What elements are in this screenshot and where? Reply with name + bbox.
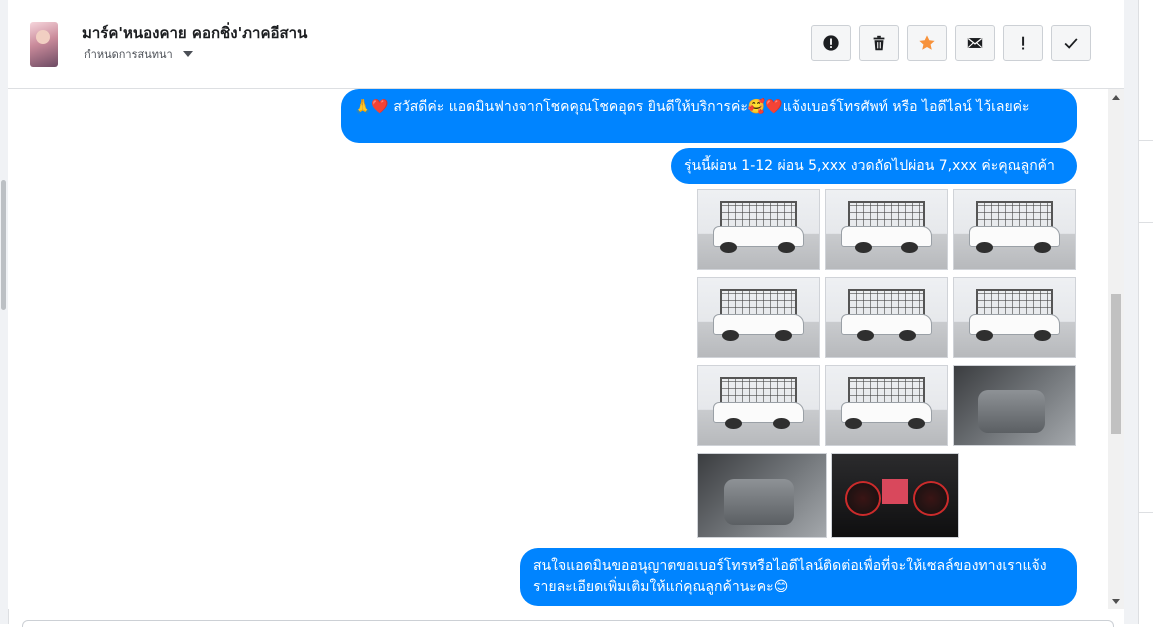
photo-truck-rear[interactable] xyxy=(825,277,948,358)
message-bubble[interactable]: รุ่นนี้ผ่อน 1-12 ผ่อน 5,xxx งวดถัดไปผ่อน… xyxy=(671,148,1077,184)
done-button[interactable] xyxy=(1051,25,1091,61)
message-text: 🙏❤️ สวัสดีค่ะ แอดมินฟางจากโชคคุณโชคอุดร … xyxy=(354,99,1030,115)
conversation-status-label: กำหนดการสนทนา xyxy=(84,48,173,61)
left-scrollbar-thumb[interactable] xyxy=(1,180,6,310)
contact-name[interactable]: มาร์ค'หนองคาย คอกชิ่ง'ภาคอีสาน xyxy=(82,21,307,45)
photo-dashboard-gauges[interactable] xyxy=(831,453,959,538)
photo-interior-passenger[interactable] xyxy=(697,453,827,538)
divider xyxy=(1138,140,1153,141)
photo-truck-rear-right[interactable] xyxy=(953,277,1076,358)
star-button[interactable] xyxy=(907,25,947,61)
delete-button[interactable] xyxy=(859,25,899,61)
photo-truck-side-left[interactable] xyxy=(825,365,948,446)
envelope-icon xyxy=(967,38,983,48)
photo-truck-front-left[interactable] xyxy=(697,277,820,358)
message-bubble[interactable]: 🙏❤️ สวัสดีค่ะ แอดมินฟางจากโชคคุณโชคอุดร … xyxy=(341,89,1077,143)
photo-truck-front[interactable] xyxy=(825,189,948,270)
contact-avatar[interactable] xyxy=(30,22,58,67)
conversation-header: มาร์ค'หนองคาย คอกชิ่ง'ภาคอีสาน กำหนดการส… xyxy=(8,0,1124,89)
photo-truck-front-left[interactable] xyxy=(697,189,820,270)
mail-button[interactable] xyxy=(955,25,995,61)
trash-icon xyxy=(873,35,885,51)
message-text: รุ่นนี้ผ่อน 1-12 ผ่อน 5,xxx งวดถัดไปผ่อน… xyxy=(684,158,1055,174)
message-text: สนใจแอดมินขออนุญาตขอเบอร์โทรหรือไอดีไลน์… xyxy=(533,558,1047,595)
message-scrollbar[interactable] xyxy=(1108,89,1124,609)
right-side-panel xyxy=(1124,0,1153,624)
alert-circle-icon xyxy=(823,35,839,51)
caret-down-icon xyxy=(182,51,193,57)
report-button[interactable] xyxy=(811,25,851,61)
scroll-down-icon[interactable] xyxy=(1108,593,1124,609)
message-thread: 🙏❤️ สวัสดีค่ะ แอดมินฟางจากโชคคุณโชคอุดร … xyxy=(8,89,1108,609)
mark-important-button[interactable] xyxy=(1003,25,1043,61)
checkmark-icon xyxy=(1064,38,1078,49)
photo-truck-side-right[interactable] xyxy=(953,189,1076,270)
details-panel-edge xyxy=(1138,0,1153,624)
message-bubble[interactable]: สนใจแอดมินขออนุญาตขอเบอร์โทรหรือไอดีไลน์… xyxy=(520,548,1077,606)
photo-truck-rear-left[interactable] xyxy=(697,365,820,446)
scroll-up-icon[interactable] xyxy=(1108,89,1124,105)
divider xyxy=(1138,512,1153,513)
star-icon xyxy=(919,35,935,50)
photo-interior-driver[interactable] xyxy=(953,365,1076,446)
scrollbar-thumb[interactable] xyxy=(1111,294,1121,434)
exclamation-icon xyxy=(1022,36,1025,50)
conversation-status[interactable]: กำหนดการสนทนา xyxy=(84,45,193,63)
divider xyxy=(1138,222,1153,223)
